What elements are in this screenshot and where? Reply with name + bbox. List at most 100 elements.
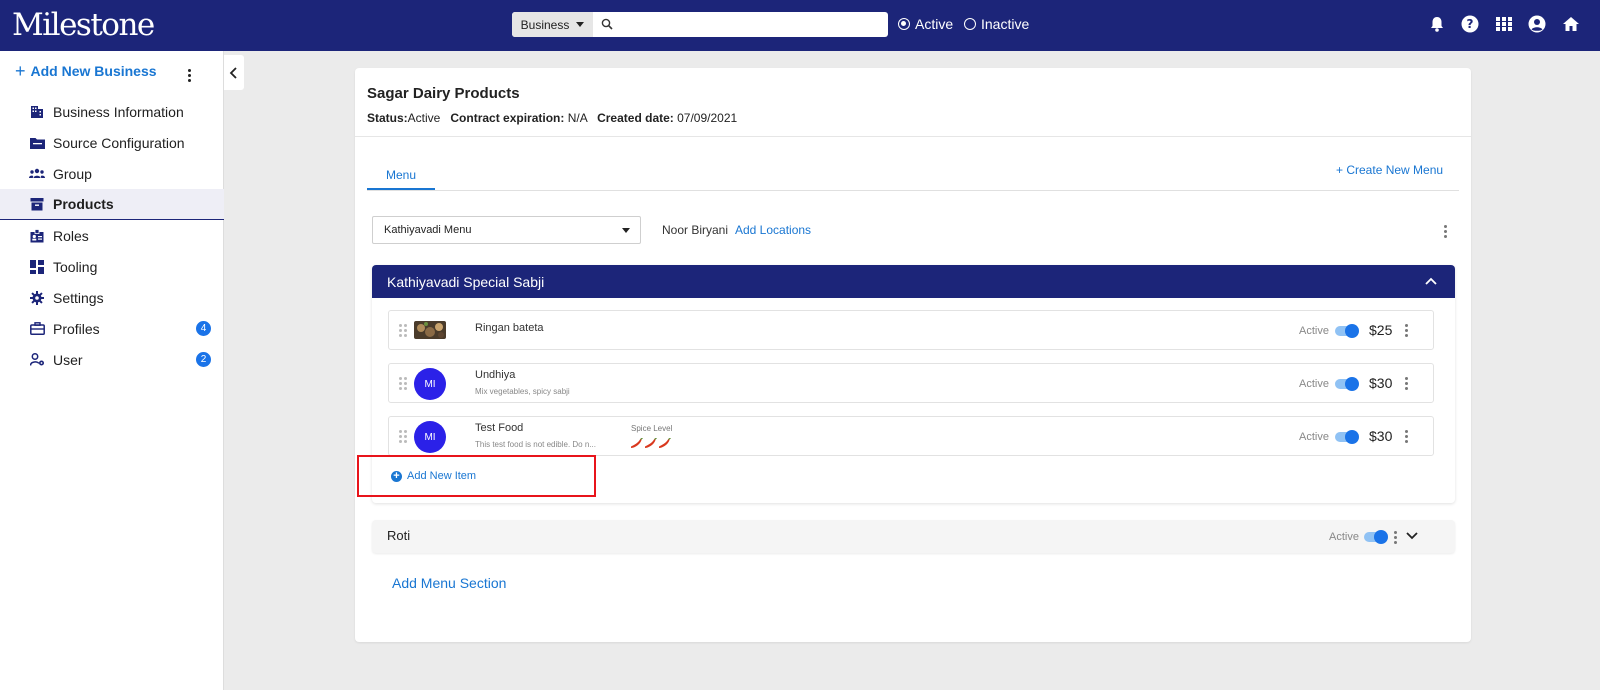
item-status-toggle[interactable] <box>1335 377 1359 391</box>
item-name: Ringan bateta <box>475 322 544 334</box>
item-more-icon[interactable] <box>1405 324 1408 337</box>
status-value: Active <box>407 111 441 125</box>
sidebar-nav: Business Information Source Configuratio… <box>0 96 224 375</box>
business-meta: Status:Active Contract expiration: N/A C… <box>367 111 737 125</box>
sidebar-item-settings[interactable]: Settings <box>0 282 224 313</box>
caret-down-icon <box>622 228 630 233</box>
item-avatar: MI <box>414 368 446 400</box>
caret-down-icon <box>576 22 585 27</box>
location-name: Noor Biryani <box>662 223 729 237</box>
radio-active-label: Active <box>915 16 954 32</box>
chili-icon <box>645 438 657 448</box>
spice-level-indicator <box>630 438 671 449</box>
item-more-icon[interactable] <box>1405 377 1408 390</box>
add-menu-section-link[interactable]: Add Menu Section <box>392 575 506 591</box>
sidebar-item-tooling[interactable]: Tooling <box>0 251 224 282</box>
item-price: $30 <box>1369 375 1393 391</box>
add-locations-link[interactable]: Add Locations <box>735 223 811 237</box>
section-more-icon[interactable] <box>1394 531 1397 544</box>
create-new-menu-label: Create New Menu <box>1346 163 1444 177</box>
item-status-toggle[interactable] <box>1335 430 1359 444</box>
sidebar-item-roles[interactable]: Roles <box>0 220 224 251</box>
contract-value: N/A <box>567 111 588 125</box>
search-field <box>593 12 888 37</box>
badge-icon <box>29 228 45 243</box>
menu-more-icon[interactable] <box>1444 225 1447 238</box>
sidebar-more-icon[interactable] <box>188 69 191 82</box>
create-new-menu-button[interactable]: + Create New Menu <box>1336 163 1443 177</box>
menu-section-collapsed[interactable]: Roti Active <box>372 520 1455 553</box>
add-new-business-button[interactable]: + Add New Business <box>15 62 157 80</box>
sidebar-item-group[interactable]: Group <box>0 158 224 189</box>
item-thumbnail <box>414 321 446 339</box>
contract-label: Contract expiration: <box>450 111 565 125</box>
item-status-toggle[interactable] <box>1335 324 1359 338</box>
item-price: $25 <box>1369 322 1393 338</box>
item-name: Undhiya <box>475 369 516 381</box>
item-description: Mix vegetables, spicy sabji <box>475 387 570 396</box>
dashboard-icon <box>29 259 45 274</box>
profiles-count-badge: 4 <box>196 321 211 336</box>
app-logo[interactable]: Milestone <box>12 7 155 43</box>
collapse-sidebar-button[interactable] <box>224 55 244 90</box>
sidebar-item-source-configuration[interactable]: Source Configuration <box>0 127 224 158</box>
section-title: Roti <box>387 528 411 543</box>
menu-item-row[interactable]: MI Undhiya Mix vegetables, spicy sabji A… <box>388 363 1434 403</box>
item-status-label: Active <box>1299 378 1329 390</box>
radio-active-option[interactable]: Active <box>898 16 953 32</box>
chevron-up-icon[interactable] <box>1425 277 1437 285</box>
user-count-badge: 2 <box>196 352 211 367</box>
created-label: Created date: <box>597 111 674 125</box>
section-status-label: Active <box>1329 531 1359 543</box>
highlight-box <box>357 455 596 497</box>
plus-icon: + <box>1336 163 1347 177</box>
folder-icon <box>29 136 45 150</box>
drag-handle-icon[interactable] <box>399 324 407 337</box>
sidebar-item-products[interactable]: Products <box>0 189 224 220</box>
sidebar-item-label: Products <box>53 196 114 212</box>
search-input[interactable] <box>593 12 888 37</box>
tab-menu[interactable]: Menu <box>367 164 435 190</box>
radio-inactive-option[interactable]: Inactive <box>964 16 1029 32</box>
chevron-down-icon[interactable] <box>1406 532 1418 540</box>
menu-item-row[interactable]: MI Test Food This test food is not edibl… <box>388 416 1434 456</box>
drag-handle-icon[interactable] <box>399 377 407 390</box>
bell-icon[interactable] <box>1428 15 1446 33</box>
sidebar-item-business-information[interactable]: Business Information <box>0 96 224 127</box>
item-more-icon[interactable] <box>1405 430 1408 443</box>
sidebar: + Add New Business Business Information … <box>0 51 224 690</box>
search-icon <box>601 18 613 30</box>
sidebar-item-label: Group <box>53 165 92 182</box>
section-status-toggle[interactable] <box>1364 530 1388 544</box>
section-header[interactable]: Kathiyavadi Special Sabji <box>372 265 1455 298</box>
business-name: Sagar Dairy Products <box>367 85 520 102</box>
item-status-label: Active <box>1299 325 1329 337</box>
sidebar-item-user[interactable]: User 2 <box>0 344 224 375</box>
search-group: Business <box>512 12 888 37</box>
chili-icon <box>659 438 671 448</box>
briefcase-icon <box>29 322 45 336</box>
help-icon[interactable]: ? <box>1461 15 1479 33</box>
user-settings-icon <box>29 353 45 367</box>
archive-icon <box>29 197 45 211</box>
sidebar-item-label: Source Configuration <box>53 134 185 151</box>
apps-grid-icon[interactable] <box>1495 15 1513 33</box>
radio-checked-icon <box>898 18 910 30</box>
sidebar-item-profiles[interactable]: Profiles 4 <box>0 313 224 344</box>
business-filter-label: Business <box>520 17 570 32</box>
group-icon <box>29 167 45 181</box>
account-icon[interactable] <box>1528 15 1546 33</box>
home-icon[interactable] <box>1562 15 1580 33</box>
drag-handle-icon[interactable] <box>399 430 407 443</box>
add-new-business-label: Add New Business <box>30 63 157 79</box>
chevron-left-icon <box>229 66 237 79</box>
menu-item-row[interactable]: Ringan bateta Active $25 <box>388 310 1434 350</box>
sidebar-item-label: Roles <box>53 227 89 244</box>
item-price: $30 <box>1369 428 1393 444</box>
item-status-label: Active <box>1299 431 1329 443</box>
radio-inactive-label: Inactive <box>981 16 1030 32</box>
status-label: Status: <box>367 111 408 125</box>
sidebar-item-label: Profiles <box>53 320 100 337</box>
business-filter-select[interactable]: Business <box>512 12 593 37</box>
menu-select[interactable]: Kathiyavadi Menu <box>372 216 641 244</box>
